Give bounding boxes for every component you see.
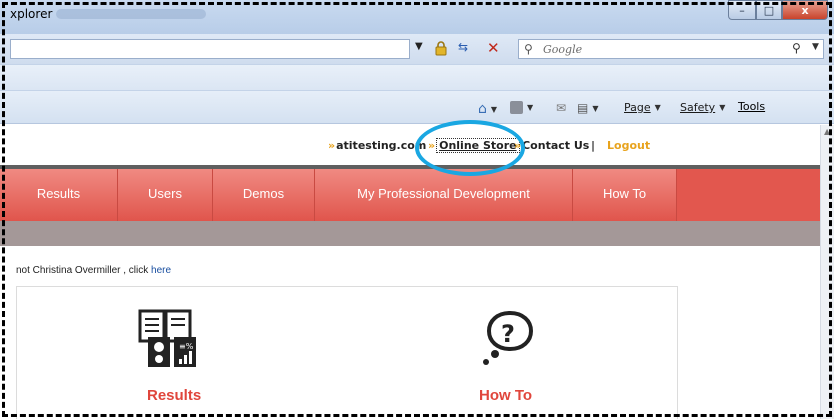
results-card-label: Results bbox=[147, 387, 202, 404]
contact-us-link-label: Contact Us bbox=[522, 139, 590, 152]
safety-menu-label: Safety bbox=[680, 101, 716, 114]
maximize-button[interactable]: □ bbox=[756, 0, 782, 20]
search-input[interactable]: ⚲ Google bbox=[518, 39, 824, 59]
logout-link[interactable]: Logout bbox=[607, 139, 650, 152]
subnav-band bbox=[0, 221, 820, 246]
search-icon: ⚲ bbox=[524, 42, 533, 56]
atitesting-link-label: atitesting.com bbox=[336, 139, 427, 152]
window-title-blurred bbox=[56, 9, 206, 19]
nav-item-results[interactable]: Results bbox=[0, 169, 118, 221]
rss-icon bbox=[510, 101, 523, 114]
nav-item-professional-development[interactable]: My Professional Development bbox=[315, 169, 573, 221]
nav-item-how-to[interactable]: How To bbox=[573, 169, 677, 221]
search-go-icon[interactable]: ⚲ bbox=[792, 41, 801, 55]
chevron-down-icon: ▼ bbox=[592, 103, 599, 113]
command-bar: ⌂ ▼ ▼ ✉ ▤ ▼ Page ▼ Safety ▼ bbox=[0, 90, 834, 124]
page-menu[interactable]: Page ▼ bbox=[624, 101, 661, 114]
question-bubble-icon: ? bbox=[483, 310, 534, 365]
page-menu-label: Page bbox=[624, 101, 651, 114]
how-to-card-label: How To bbox=[479, 387, 533, 404]
web-page: »atitesting.com » Online Store »Contact U… bbox=[0, 125, 820, 419]
window-title: xplorer bbox=[10, 7, 53, 21]
chevron-down-icon: ▼ bbox=[719, 103, 726, 112]
address-input[interactable] bbox=[10, 39, 410, 59]
dashboard-cards: ≡% Results ? How To bbox=[16, 286, 678, 419]
highlight-circle bbox=[415, 120, 525, 176]
minimize-button[interactable]: – bbox=[728, 0, 756, 20]
print-icon: ▤ bbox=[577, 101, 589, 115]
contact-us-link[interactable]: »Contact Us bbox=[514, 139, 589, 152]
nav-item-users[interactable]: Users bbox=[118, 169, 213, 221]
stop-icon[interactable]: ✕ bbox=[487, 39, 500, 57]
search-dropdown-icon[interactable]: ▼ bbox=[812, 42, 819, 52]
refresh-icon[interactable]: ⇆ bbox=[458, 40, 468, 54]
nav-item-demos[interactable]: Demos bbox=[213, 169, 315, 221]
not-user-text: not Christina Overmiller , click bbox=[16, 265, 152, 276]
feeds-button[interactable]: ▼ bbox=[510, 101, 533, 114]
close-button[interactable]: x bbox=[782, 0, 828, 20]
search-placeholder: Google bbox=[543, 43, 583, 56]
not-user-here-link[interactable]: here bbox=[151, 265, 171, 276]
scroll-up-icon[interactable]: ▲ bbox=[824, 127, 830, 136]
nav-filler bbox=[677, 169, 820, 221]
link-separator: | bbox=[591, 139, 596, 152]
home-button[interactable]: ⌂ ▼ bbox=[478, 101, 497, 117]
page-scrollbar[interactable]: ▲ bbox=[820, 125, 834, 419]
print-button[interactable]: ▤ ▼ bbox=[577, 101, 599, 115]
chevron-down-icon: ▼ bbox=[490, 104, 498, 114]
favorites-bar bbox=[0, 64, 834, 90]
not-user-notice: not Christina Overmiller , click here bbox=[16, 265, 171, 276]
chevron-down-icon: ▼ bbox=[527, 103, 534, 112]
svg-text:?: ? bbox=[501, 320, 515, 348]
window-titlebar: xplorer – □ x bbox=[0, 0, 834, 34]
tools-menu-label: Tools bbox=[738, 100, 766, 113]
home-icon: ⌂ bbox=[478, 101, 487, 117]
lock-icon[interactable] bbox=[433, 40, 449, 56]
chevron-down-icon: ▼ bbox=[654, 103, 661, 112]
results-card[interactable]: ≡% Results bbox=[117, 287, 257, 419]
svg-text:≡%: ≡% bbox=[179, 342, 194, 351]
safety-menu[interactable]: Safety ▼ bbox=[680, 101, 725, 114]
address-bar: ▼ ⇆ ✕ ⚲ Google ⚲ ▼ bbox=[0, 34, 834, 64]
address-dropdown-icon[interactable]: ▼ bbox=[415, 41, 423, 52]
top-links: »atitesting.com » Online Store »Contact U… bbox=[0, 138, 820, 157]
how-to-card[interactable]: ? How To bbox=[437, 287, 577, 419]
mail-button[interactable]: ✉ bbox=[556, 101, 566, 115]
atitesting-link[interactable]: »atitesting.com bbox=[328, 139, 426, 152]
reports-icon: ≡% bbox=[138, 309, 196, 367]
double-chevron-icon: » bbox=[328, 139, 336, 152]
mail-icon: ✉ bbox=[556, 101, 567, 115]
